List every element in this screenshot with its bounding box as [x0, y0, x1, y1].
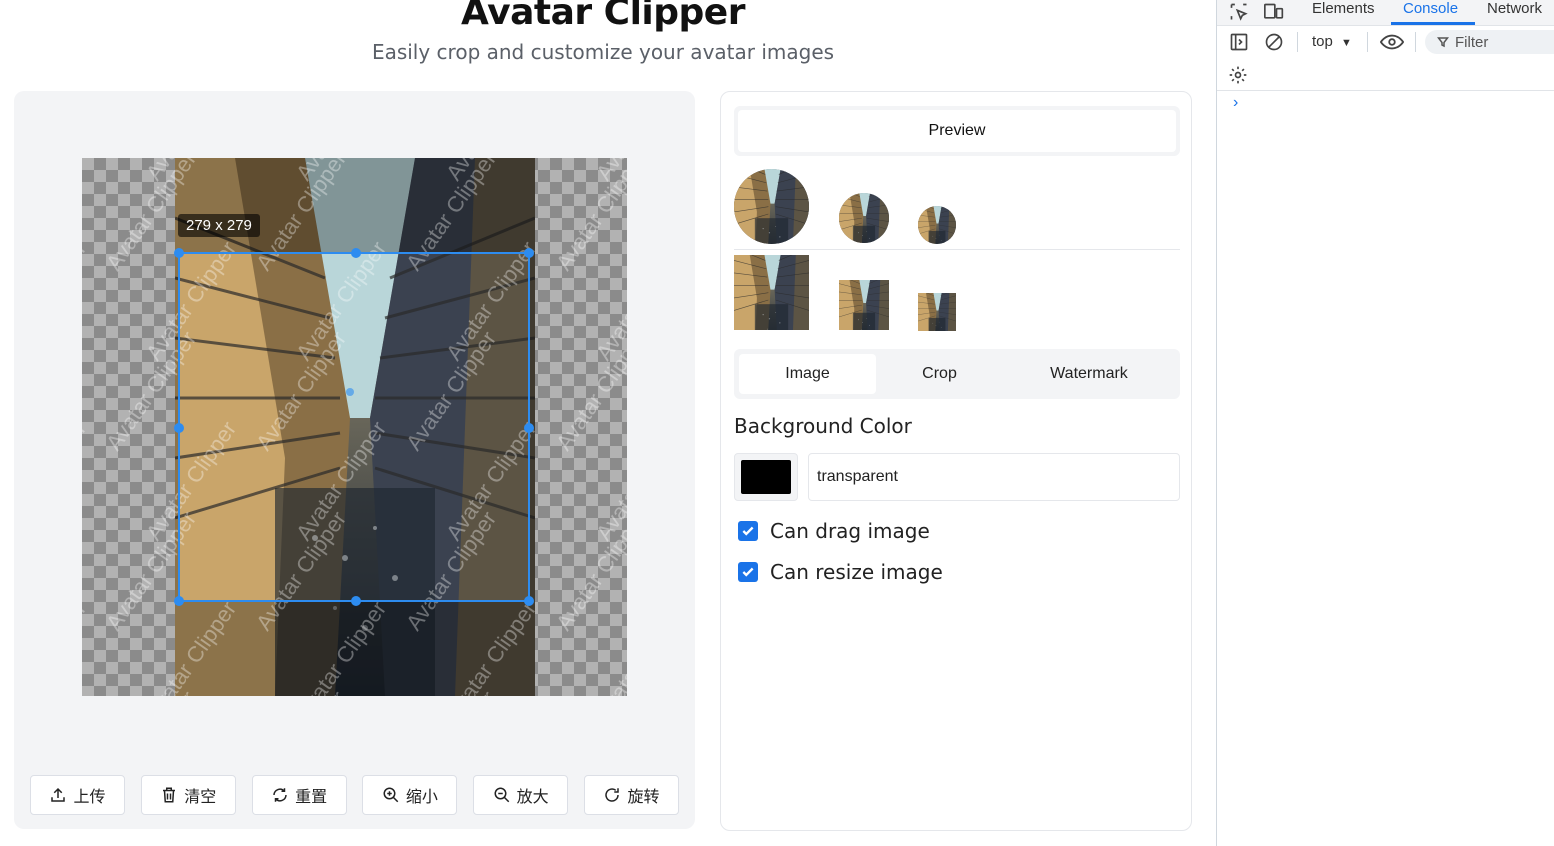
editor-toolbar: 上传 清空 重置 缩小 放大 旋转 [30, 775, 679, 815]
can-drag-checkbox[interactable] [738, 521, 758, 541]
crop-size-label: 279 x 279 [178, 214, 260, 237]
gear-icon[interactable] [1228, 65, 1248, 85]
resize-handle-n[interactable] [351, 248, 361, 258]
crop-canvas[interactable]: Avatar Clipper Avatar Clipper Avatar Clipp… [82, 158, 627, 696]
context-selector[interactable]: top ▼ [1312, 33, 1352, 50]
settings-tabs: Image Crop Watermark [734, 349, 1180, 399]
resize-handle-e[interactable] [524, 423, 534, 433]
devtools-panel: Elements Console Network top ▼ Filter › [1216, 0, 1554, 846]
resize-handle-sw[interactable] [174, 596, 184, 606]
filter-icon [1437, 37, 1449, 48]
clear-button-label: 清空 [184, 787, 217, 806]
preview-round-small [918, 206, 956, 244]
background-color-swatch [741, 460, 791, 494]
rotate-button[interactable]: 旋转 [583, 775, 679, 815]
zoom-out-button-label: 缩小 [405, 787, 438, 806]
devtools-tab-bar: Elements Console Network [1217, 0, 1554, 26]
console-filter-placeholder: Filter [1455, 33, 1489, 51]
eye-icon[interactable] [1380, 32, 1404, 52]
resize-handle-s[interactable] [351, 596, 361, 606]
upload-button-label: 上传 [73, 787, 106, 806]
settings-panel: Preview Image Crop Watermark Background … [720, 91, 1192, 831]
avatar-clipper-app: Avatar Clipper Easily crop and customize… [0, 0, 1216, 846]
sidebar-toggle-icon[interactable] [1229, 32, 1249, 52]
tab-crop[interactable]: Crop [876, 354, 1003, 394]
toolbar-divider [1297, 32, 1298, 52]
console-filter-input[interactable]: Filter [1425, 30, 1554, 54]
can-resize-checkbox[interactable] [738, 562, 758, 582]
can-drag-row[interactable]: Can drag image [738, 519, 930, 543]
upload-button[interactable]: 上传 [30, 775, 125, 815]
background-color-picker[interactable] [734, 453, 798, 501]
preview-square-large [734, 255, 809, 330]
checkmark-icon [742, 567, 754, 577]
reset-button-label: 重置 [295, 787, 328, 806]
device-toolbar-icon[interactable] [1263, 2, 1285, 22]
resize-handle-nw[interactable] [174, 248, 184, 258]
context-selector-value: top [1312, 33, 1333, 50]
crop-center-point [346, 388, 354, 396]
clear-button[interactable]: 清空 [140, 775, 236, 815]
zoom-in-button[interactable]: 放大 [473, 775, 569, 815]
inspect-element-icon[interactable] [1229, 2, 1249, 22]
editor-panel: Avatar Clipper Avatar Clipper Avatar Clipp… [14, 91, 695, 829]
zoom-in-icon [383, 787, 399, 803]
zoom-in-button-label: 放大 [516, 787, 549, 806]
reset-button[interactable]: 重置 [251, 775, 347, 815]
can-drag-label: Can drag image [770, 519, 930, 543]
devtools-tab-console[interactable]: Console [1403, 0, 1458, 17]
preview-square-small [918, 293, 956, 331]
console-settings-bar [1217, 58, 1554, 91]
tab-image[interactable]: Image [739, 354, 876, 394]
resize-handle-ne[interactable] [524, 248, 534, 258]
zoom-out-icon [494, 787, 509, 803]
preview-heading: Preview [738, 110, 1176, 152]
preview-square-medium [839, 280, 889, 330]
refresh-icon [273, 788, 287, 802]
tab-watermark[interactable]: Watermark [1003, 354, 1175, 394]
zoom-out-button[interactable]: 缩小 [362, 775, 458, 815]
preview-divider [734, 249, 1180, 250]
upload-icon [51, 787, 66, 802]
can-resize-row[interactable]: Can resize image [738, 560, 943, 584]
console-prompt-icon[interactable]: › [1233, 94, 1238, 112]
chevron-down-icon: ▼ [1341, 37, 1352, 49]
toolbar-divider [1415, 32, 1416, 52]
devtools-tab-elements[interactable]: Elements [1312, 0, 1375, 17]
crop-box[interactable] [174, 248, 534, 606]
background-color-label: Background Color [734, 414, 912, 438]
background-color-input[interactable]: transparent [808, 453, 1180, 501]
rotate-icon [605, 788, 620, 802]
active-tab-indicator [1391, 22, 1475, 25]
checkmark-icon [742, 526, 754, 536]
page-subtitle: Easily crop and customize your avatar im… [371, 40, 835, 64]
preview-round-medium [839, 193, 889, 243]
can-resize-label: Can resize image [770, 560, 943, 584]
trash-icon [163, 787, 176, 803]
console-toolbar: top ▼ Filter [1217, 26, 1554, 58]
resize-handle-w[interactable] [174, 423, 184, 433]
devtools-tab-network[interactable]: Network [1487, 0, 1542, 17]
resize-handle-se[interactable] [524, 596, 534, 606]
page-title: Avatar Clipper [461, 0, 745, 33]
clear-console-icon[interactable] [1264, 32, 1284, 52]
preview-round-large [734, 169, 809, 244]
preview-header: Preview [734, 106, 1180, 156]
toolbar-divider [1367, 32, 1368, 52]
rotate-button-label: 旋转 [627, 787, 660, 806]
